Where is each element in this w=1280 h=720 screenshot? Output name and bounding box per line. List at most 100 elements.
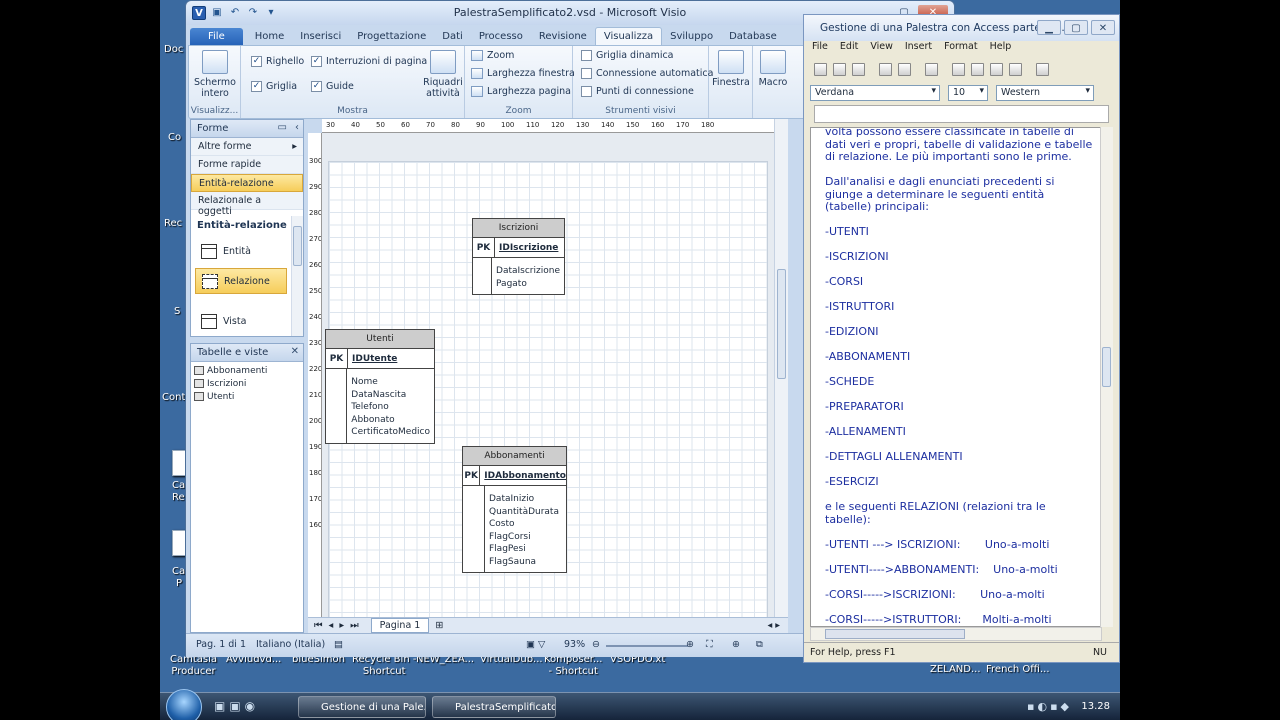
view-mode-icon[interactable]: ▣ ▽ <box>526 639 545 650</box>
task-panes-button[interactable]: Riquadri attività <box>423 50 463 99</box>
pan-zoom-icon[interactable]: ⊕ <box>732 639 740 650</box>
clock[interactable]: 13.28 <box>1081 701 1110 712</box>
scroll-thumb[interactable] <box>825 629 965 639</box>
tab-file[interactable]: File <box>190 28 243 45</box>
menu-file[interactable]: File <box>812 41 828 57</box>
desktop-icon-label[interactable]: Co <box>168 132 181 144</box>
ruler-checkbox[interactable]: ✓ Righello <box>251 56 304 67</box>
entity-utenti[interactable]: Utenti PK IDUtente Nome DataNascita Telef… <box>325 329 435 444</box>
menu-help[interactable]: Help <box>990 41 1012 57</box>
zoom-slider[interactable] <box>606 645 688 647</box>
language-indicator[interactable]: Italiano (Italia) <box>256 639 325 650</box>
undo-icon[interactable] <box>1009 62 1022 76</box>
stencil-scrollbar[interactable] <box>291 216 303 336</box>
word-vertical-scrollbar[interactable] <box>1100 127 1113 627</box>
tab-insert[interactable]: Inserisci <box>292 28 349 45</box>
desktop-icon-label[interactable]: Ca <box>172 566 185 578</box>
tray-icon[interactable]: ▪◐▪◆ <box>1027 700 1072 713</box>
desktop-icon-label[interactable]: Rec <box>164 218 182 230</box>
menu-edit[interactable]: Edit <box>840 41 858 57</box>
tab-review[interactable]: Revisione <box>531 28 595 45</box>
menu-view[interactable]: View <box>870 41 893 57</box>
tab-home[interactable]: Home <box>247 28 293 45</box>
word-ruler[interactable] <box>814 105 1109 123</box>
page-breaks-checkbox[interactable]: ✓ Interruzioni di pagina <box>311 56 427 67</box>
quick-launch-icon[interactable]: ▣▣◉ <box>214 699 259 713</box>
tab-view[interactable]: Visualizza <box>594 27 663 45</box>
desktop-icon-label[interactable]: ZELAND... <box>930 664 981 676</box>
macro-record-icon[interactable]: ▤ <box>334 639 343 650</box>
more-shapes-item[interactable]: Altre forme ▸ <box>191 138 303 156</box>
menu-format[interactable]: Format <box>944 41 977 57</box>
page-width-button[interactable]: Larghezza pagina <box>471 86 571 97</box>
maximize-button[interactable]: ▢ <box>1064 20 1088 35</box>
collapse-icon[interactable]: ‹ <box>295 122 299 133</box>
guides-checkbox[interactable]: ✓ Guide <box>311 81 354 92</box>
font-size-select[interactable]: 10 <box>948 85 988 101</box>
entity-abbonamenti[interactable]: Abbonamenti PK IDAbbonamento DataInizio Q… <box>462 446 567 573</box>
grid-checkbox[interactable]: ✓ Griglia <box>251 81 297 92</box>
print-icon[interactable] <box>879 62 892 76</box>
tab-database[interactable]: Database <box>721 28 785 45</box>
entity-iscrizioni[interactable]: Iscrizioni PK IDIscrizione DataIscrizione… <box>472 218 565 295</box>
table-list-item[interactable]: Iscrizioni <box>191 377 303 390</box>
zoom-out-icon[interactable]: ⊖ <box>592 639 600 650</box>
document-body[interactable]: volta possono essere classificate in tab… <box>810 127 1102 627</box>
desktop-icon-label[interactable]: S <box>174 306 180 318</box>
object-relational-item[interactable]: Relazionale a oggetti <box>191 192 303 217</box>
scroll-thumb[interactable] <box>1102 347 1111 387</box>
shape-view[interactable]: Vista <box>195 308 287 334</box>
drawing-page[interactable]: Iscrizioni PK IDIscrizione DataIscrizione… <box>325 161 768 617</box>
minimize-button[interactable]: ▁ <box>1037 20 1061 35</box>
dynamic-grid-checkbox[interactable]: Griglia dinamica <box>581 50 674 61</box>
start-button[interactable] <box>166 689 202 720</box>
horizontal-scroll-icon[interactable]: ◂ ▸ <box>767 620 780 631</box>
close-pane-icon[interactable]: ✕ <box>291 346 299 357</box>
desktop-icon-label[interactable]: Recycle Bin - Shortcut <box>352 654 416 678</box>
taskbar-button-visio[interactable]: PalestraSemplificato... <box>432 696 556 718</box>
auto-connect-checkbox[interactable]: Connessione automatica <box>581 68 713 79</box>
save-icon[interactable] <box>852 62 865 76</box>
desktop-icon-label[interactable]: Komposer... - Shortcut <box>544 654 602 678</box>
font-select[interactable]: Verdana <box>810 85 940 101</box>
tab-page-1[interactable]: Pagina 1 <box>370 618 430 633</box>
word-horizontal-scrollbar[interactable] <box>810 627 1102 641</box>
scroll-thumb[interactable] <box>777 269 786 379</box>
desktop-icon-label[interactable]: Re <box>172 492 185 504</box>
er-stencil-item[interactable]: Entità-relazione <box>191 174 303 192</box>
print-preview-icon[interactable] <box>898 62 911 76</box>
desktop-icon-label[interactable]: Doc <box>164 44 183 56</box>
new-icon[interactable] <box>814 62 827 76</box>
copy-icon[interactable] <box>971 62 984 76</box>
switch-windows-icon[interactable]: ⧉ <box>756 639 763 650</box>
shape-entity[interactable]: Entità <box>195 238 287 264</box>
pane-restore-icon[interactable]: ▭ <box>278 122 287 133</box>
desktop-icon-label[interactable]: French Offi... <box>986 664 1050 676</box>
tab-design[interactable]: Progettazione <box>349 28 434 45</box>
desktop-icon-label[interactable]: P <box>176 578 182 590</box>
quick-shapes-item[interactable]: Forme rapide <box>191 156 303 174</box>
insert-object-icon[interactable] <box>1036 62 1049 76</box>
desktop-icon-label[interactable]: Camtasia Producer <box>170 654 217 678</box>
macro-button[interactable]: Macro <box>755 50 791 88</box>
tab-data[interactable]: Dati <box>434 28 471 45</box>
zoom-button[interactable]: Zoom <box>471 50 514 61</box>
scroll-thumb[interactable] <box>293 226 302 266</box>
full-screen-button[interactable]: Schermo intero <box>193 50 237 99</box>
table-list-item[interactable]: Utenti <box>191 390 303 403</box>
page-nav-icon[interactable]: ⏮◂▸⏭ <box>314 620 365 631</box>
desktop-icon-label[interactable]: Cont <box>162 392 185 404</box>
find-icon[interactable] <box>925 62 938 76</box>
desktop-icon-label[interactable]: Ca <box>172 480 185 492</box>
taskbar-button-word[interactable]: Gestione di una Pale... <box>298 696 426 718</box>
table-list-item[interactable]: Abbonamenti <box>191 364 303 377</box>
tab-developer[interactable]: Sviluppo <box>662 28 721 45</box>
page-indicator[interactable]: Pag. 1 di 1 <box>196 639 246 650</box>
zoom-in-icon[interactable]: ⊕ <box>686 639 694 650</box>
insert-page-icon[interactable]: ⊞ <box>435 620 443 631</box>
canvas-vertical-scrollbar[interactable] <box>774 119 788 617</box>
fit-window-button[interactable]: Larghezza finestra <box>471 68 575 79</box>
open-icon[interactable] <box>833 62 846 76</box>
cut-icon[interactable] <box>952 62 965 76</box>
connection-points-checkbox[interactable]: Punti di connessione <box>581 86 694 97</box>
